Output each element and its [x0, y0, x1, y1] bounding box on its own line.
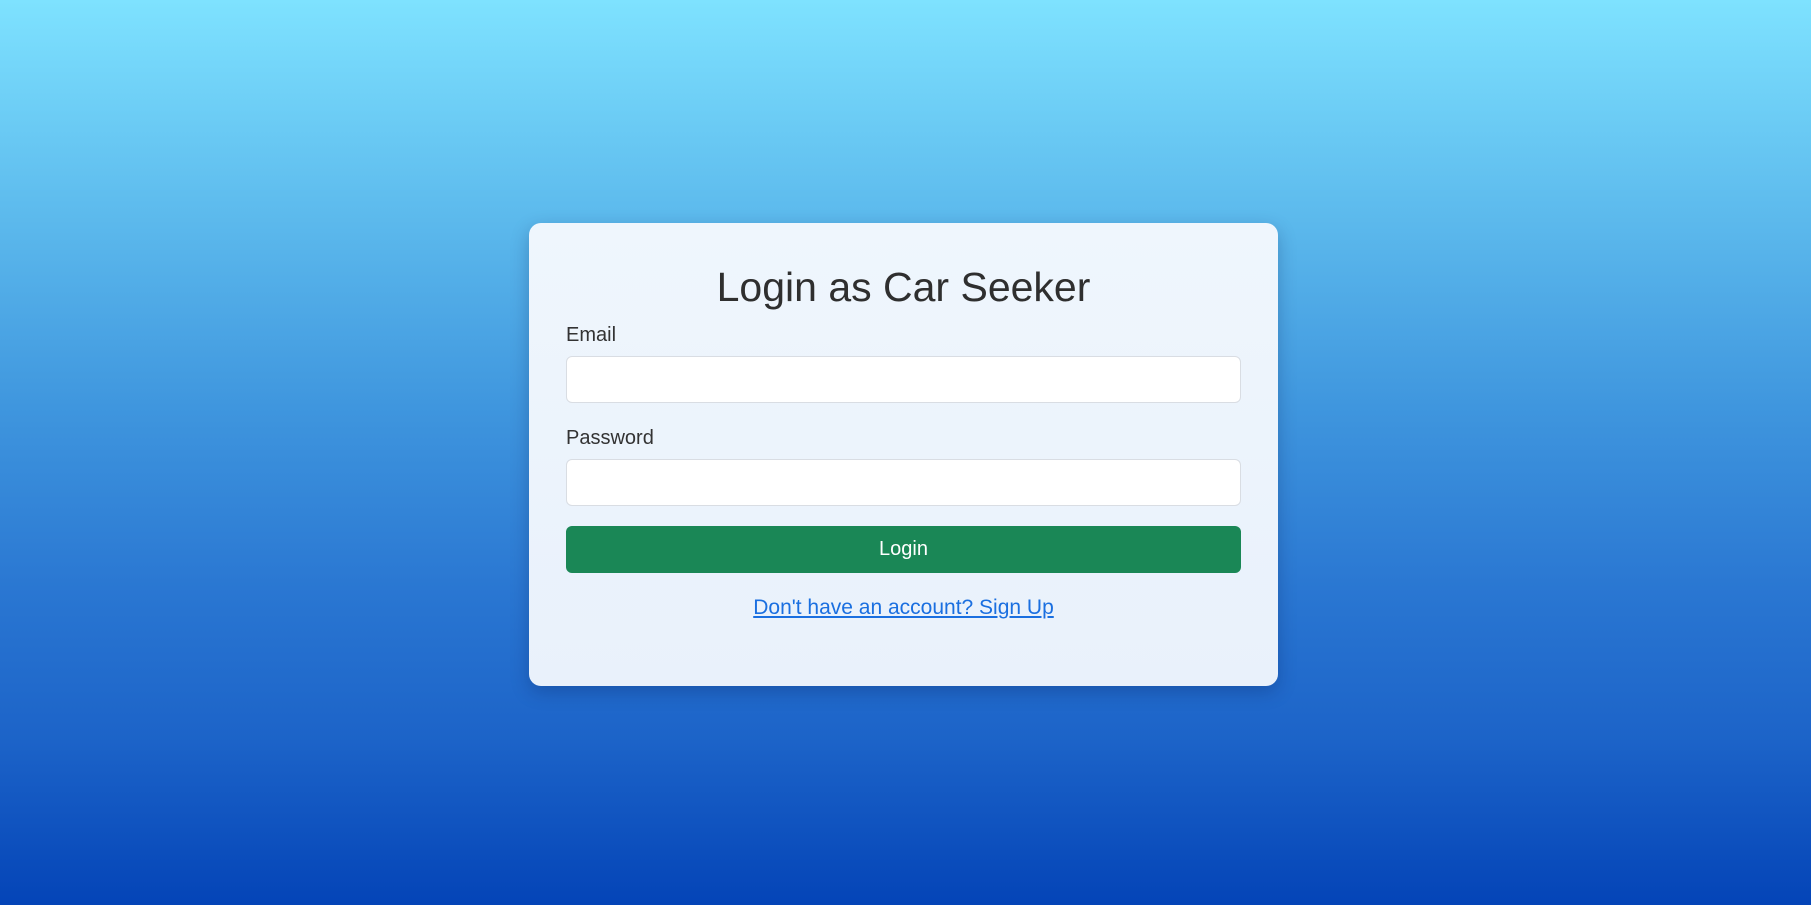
- login-card: Login as Car Seeker Email Password Login…: [529, 223, 1278, 686]
- email-label: Email: [566, 324, 617, 346]
- signup-link-container: Don't have an account? Sign Up: [566, 596, 1241, 620]
- email-field[interactable]: [566, 356, 1241, 403]
- login-button[interactable]: Login: [566, 526, 1241, 573]
- signup-link[interactable]: Don't have an account? Sign Up: [753, 596, 1054, 619]
- page-title: Login as Car Seeker: [716, 264, 1091, 310]
- password-label: Password: [566, 427, 654, 449]
- password-field[interactable]: [566, 459, 1241, 506]
